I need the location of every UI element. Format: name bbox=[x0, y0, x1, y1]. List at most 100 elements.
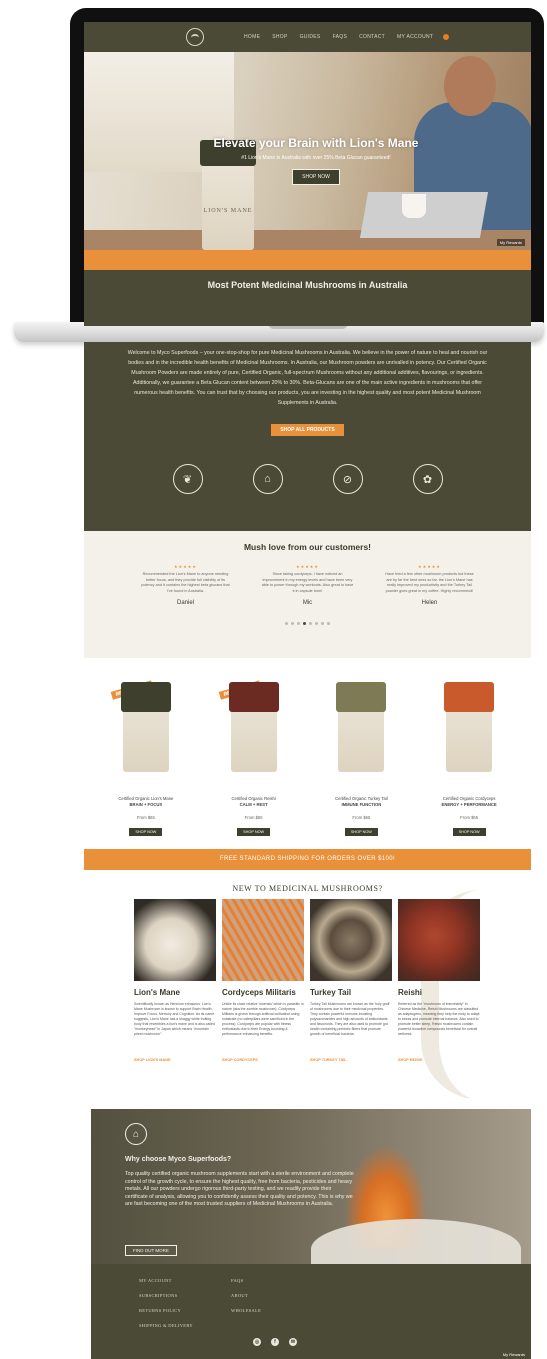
guide-card-link[interactable]: SHOP TURKEY TAIL bbox=[310, 1058, 392, 1062]
nav-item-faqs[interactable]: FAQS bbox=[333, 34, 348, 40]
product-card[interactable]: Certified Organic Turkey Tail IMMUNE FUN… bbox=[312, 678, 410, 838]
intro-text: Welcome to Myco Superfoods – your one-st… bbox=[127, 350, 488, 406]
shop-now-button[interactable]: SHOP NOW bbox=[129, 828, 163, 836]
nav-menu: HOME SHOP GUIDES FAQS CONTACT MY ACCOUNT bbox=[244, 34, 433, 40]
orange-divider bbox=[84, 250, 531, 270]
product-benefit: CALM + REST bbox=[239, 802, 268, 807]
guide-card-link[interactable]: SHOP LION'S MANE bbox=[134, 1058, 216, 1062]
carousel-dot-active[interactable] bbox=[303, 622, 306, 625]
reishi-image bbox=[398, 899, 480, 981]
instagram-icon[interactable]: ◎ bbox=[253, 1338, 261, 1346]
hero-person-head bbox=[444, 56, 496, 116]
product-benefit: BRAIN + FOCUS bbox=[129, 802, 163, 807]
hero-text: Elevate your Brain with Lion's Mane #1 L… bbox=[206, 136, 426, 185]
review-text: Have tried a few other mushroom products… bbox=[385, 572, 474, 593]
product-card[interactable]: BEST SELLER Certified Organic Lion's Man… bbox=[97, 678, 195, 838]
guide-card: Cordyceps Militaris Unlike its close rel… bbox=[222, 899, 304, 1062]
social-links: ◎ f ✉ bbox=[253, 1338, 297, 1346]
hero-jar-label: LION'S MANE bbox=[203, 208, 253, 214]
shop-all-products-button[interactable]: SHOP ALL PRODUCTS bbox=[271, 424, 344, 436]
why-text: Top quality certified organic mushroom s… bbox=[125, 1171, 354, 1208]
guide-card: Turkey Tail Turkey Tail Mushrooms are kn… bbox=[310, 899, 392, 1062]
product-image[interactable] bbox=[444, 682, 495, 772]
reviews-section: Mush love from our customers! ★★★★★ Reco… bbox=[84, 531, 531, 658]
product-price: From $65 bbox=[352, 815, 371, 820]
hero-title: Elevate your Brain with Lion's Mane bbox=[213, 136, 419, 150]
intro-heading: Most Potent Medicinal Mushrooms in Austr… bbox=[84, 270, 531, 310]
product-image[interactable] bbox=[228, 682, 279, 772]
product-card[interactable]: Certified Organic Cordyceps ENERGY + PER… bbox=[420, 678, 518, 838]
guide-card-text: Unlike its close relative 'sinensis' whi… bbox=[222, 1002, 304, 1036]
guide-card-text: Turkey Tail Mushrooms are known as the '… bbox=[310, 1002, 390, 1036]
star-rating: ★★★★★ bbox=[296, 564, 319, 569]
organic-icon: ✿ bbox=[412, 464, 443, 494]
logo-icon[interactable] bbox=[186, 28, 204, 46]
carousel-dot[interactable] bbox=[321, 622, 324, 625]
cart-icon[interactable] bbox=[443, 34, 450, 40]
facebook-icon[interactable]: f bbox=[271, 1338, 279, 1346]
footer-links: MY ACCOUNT FAQS SUBSCRIPTIONS ABOUT RETU… bbox=[139, 1278, 291, 1328]
guide-cards: Lion's Mane Scientifically known as Heri… bbox=[134, 899, 531, 1062]
review-card: ★★★★★ Have tried a few other mushroom pr… bbox=[384, 564, 476, 606]
guide-card-link[interactable]: SHOP REISHI bbox=[398, 1058, 480, 1062]
product-card[interactable]: BEST SELLER Certified Organic Reishi CAL… bbox=[205, 678, 303, 838]
carousel-dot[interactable] bbox=[291, 622, 294, 625]
carousel-dot[interactable] bbox=[297, 622, 300, 625]
footer-link-faqs[interactable]: FAQS bbox=[231, 1278, 291, 1283]
laptop-screen: HOME SHOP GUIDES FAQS CONTACT MY ACCOUNT… bbox=[84, 22, 531, 326]
review-text: Recommended the Lion's Mane to anyone ne… bbox=[141, 572, 230, 593]
nav-item-home[interactable]: HOME bbox=[244, 34, 260, 40]
mushroom-guide-section: NEW TO MEDICINAL MUSHROOMS? Lion's Mane … bbox=[84, 870, 531, 1098]
product-benefit: ENERGY + PERFORMANCE bbox=[441, 802, 497, 807]
product-grid: BEST SELLER Certified Organic Lion's Man… bbox=[84, 678, 531, 838]
review-card: ★★★★★ Since taking cordyceps, I have not… bbox=[262, 564, 354, 606]
review-author: Mic bbox=[302, 600, 313, 606]
guide-card-title: Turkey Tail bbox=[310, 988, 352, 997]
find-out-more-button[interactable]: FIND OUT MORE bbox=[125, 1245, 177, 1256]
top-nav: HOME SHOP GUIDES FAQS CONTACT MY ACCOUNT bbox=[84, 22, 531, 52]
shop-now-button[interactable]: SHOP NOW bbox=[452, 828, 486, 836]
carousel-dot[interactable] bbox=[327, 622, 330, 625]
product-price: From $65 bbox=[244, 815, 263, 820]
footer-link-shipping-delivery[interactable]: SHIPPING & DELIVERY bbox=[139, 1323, 231, 1328]
carousel-dot[interactable] bbox=[315, 622, 318, 625]
hero-subtitle: #1 Lion's Mane in Australia with over 25… bbox=[241, 155, 391, 161]
nav-item-shop[interactable]: SHOP bbox=[272, 34, 287, 40]
hero-cup-image bbox=[402, 194, 426, 218]
guide-card-text: Referred as the "mushroom of immortality… bbox=[398, 1002, 480, 1036]
guide-card-title: Reishi bbox=[398, 988, 423, 997]
hero-banner: LION'S MANE Elevate your Brain with Lion… bbox=[84, 52, 531, 250]
footer-link-subscriptions[interactable]: SUBSCRIPTIONS bbox=[139, 1293, 231, 1298]
review-carousel: ★★★★★ Recommended the Lion's Mane to any… bbox=[84, 564, 531, 606]
guide-card-title: Cordyceps Militaris bbox=[222, 988, 296, 997]
lions-mane-image bbox=[134, 899, 216, 981]
shop-now-button[interactable]: SHOP NOW bbox=[237, 828, 271, 836]
cordyceps-image bbox=[222, 899, 304, 981]
guide-card: Lion's Mane Scientifically known as Heri… bbox=[134, 899, 216, 1062]
shop-now-button[interactable]: SHOP NOW bbox=[344, 828, 378, 836]
guide-card-title: Lion's Mane bbox=[134, 988, 180, 997]
rewards-badge[interactable]: My Rewards bbox=[496, 239, 525, 246]
intro-section: Welcome to Myco Superfoods – your one-st… bbox=[84, 342, 531, 531]
footer-link-my-account[interactable]: MY ACCOUNT bbox=[139, 1278, 231, 1283]
email-icon[interactable]: ✉ bbox=[289, 1338, 297, 1346]
rewards-badge[interactable]: My Rewards bbox=[503, 1352, 525, 1357]
carousel-dot[interactable] bbox=[309, 622, 312, 625]
leaf-icon: ❦ bbox=[172, 464, 203, 494]
nav-item-my-account[interactable]: MY ACCOUNT bbox=[397, 34, 433, 40]
review-text: Since taking cordyceps, I have noticed a… bbox=[261, 572, 354, 593]
footer-link-returns-policy[interactable]: RETURNS POLICY bbox=[139, 1308, 231, 1313]
footer-link-about[interactable]: ABOUT bbox=[231, 1293, 291, 1298]
product-image[interactable] bbox=[336, 682, 387, 772]
why-choose-section: ⌂ Why choose Myco Superfoods? Top qualit… bbox=[91, 1109, 531, 1264]
product-image[interactable] bbox=[120, 682, 171, 772]
benefit-badges: ❦ ⌂ ⊘ ✿ bbox=[84, 464, 531, 494]
footer-link-wholesale[interactable]: WHOLESALE bbox=[231, 1308, 291, 1313]
guide-card-link[interactable]: SHOP CORDYCEPS bbox=[222, 1058, 304, 1062]
carousel-dot[interactable] bbox=[285, 622, 288, 625]
nav-item-guides[interactable]: GUIDES bbox=[300, 34, 321, 40]
nav-item-contact[interactable]: CONTACT bbox=[359, 34, 385, 40]
footer: MY ACCOUNT FAQS SUBSCRIPTIONS ABOUT RETU… bbox=[91, 1264, 531, 1359]
shop-now-button[interactable]: SHOP NOW bbox=[292, 169, 340, 185]
guide-card: Reishi Referred as the "mushroom of immo… bbox=[398, 899, 480, 1062]
